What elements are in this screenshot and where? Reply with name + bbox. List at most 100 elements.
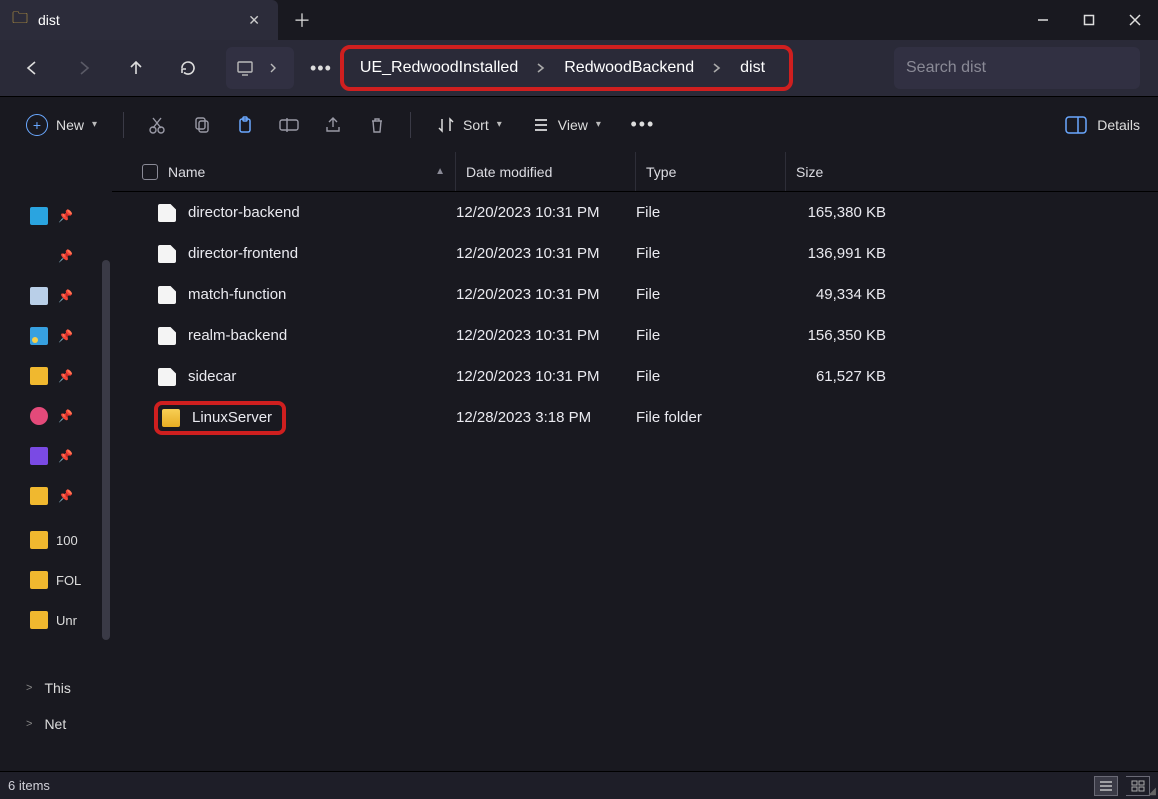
location-root-pill[interactable] [226,47,294,89]
sidebar-tree-label: Net [44,716,66,732]
navbar: ••• UE_RedwoodInstalled RedwoodBackend d… [0,40,1158,96]
status-bar: 6 items [0,771,1158,799]
chevron-down-icon: ▾ [497,119,502,130]
file-name: realm-backend [188,327,287,344]
back-button[interactable] [18,54,46,82]
maximize-button[interactable] [1066,0,1112,40]
video-icon [30,447,48,465]
file-view: Name ▲ Date modified Type Size director-… [112,152,1158,771]
crumb-0[interactable]: UE_RedwoodInstalled [354,55,524,81]
path-overflow-button[interactable]: ••• [302,58,340,79]
pin-icon: 📌 [58,289,73,303]
window-tab[interactable]: 🗀 dist ✕ [0,0,278,40]
file-date: 12/20/2023 10:31 PM [456,286,636,303]
file-name: match-function [188,286,286,303]
column-type[interactable]: Type [636,152,786,191]
refresh-button[interactable] [174,54,202,82]
chevron-right-icon[interactable] [708,59,726,77]
file-row[interactable]: sidecar12/20/2023 10:31 PMFile61,527 KB [112,356,1158,397]
close-tab-button[interactable]: ✕ [242,8,266,33]
file-row[interactable]: director-backend12/20/2023 10:31 PMFile1… [112,192,1158,233]
close-window-button[interactable] [1112,0,1158,40]
copy-button[interactable] [186,110,216,140]
details-view-toggle[interactable] [1094,776,1118,796]
file-type: File [636,327,786,344]
sidebar-tree-item[interactable]: > Net [26,706,112,742]
sidebar-quick-item[interactable]: 📌 [20,356,112,396]
resize-grip[interactable]: ◢ [1148,786,1156,797]
column-date[interactable]: Date modified [456,152,636,191]
file-type: File [636,245,786,262]
crumb-1[interactable]: RedwoodBackend [558,55,700,81]
pin-icon: 📌 [58,329,73,343]
titlebar: 🗀 dist ✕ ＋ [0,0,1158,40]
cut-button[interactable] [142,110,172,140]
new-tab-button[interactable]: ＋ [278,0,326,40]
up-button[interactable] [122,54,150,82]
sidebar-folder-label: FOL [56,573,81,588]
sidebar-folder-item[interactable]: FOL [20,560,112,600]
forward-button[interactable] [70,54,98,82]
sidebar-quick-item[interactable]: 📌 [20,436,112,476]
sidebar-quick-item[interactable]: 📌 [20,396,112,436]
file-row[interactable]: realm-backend12/20/2023 10:31 PMFile156,… [112,315,1158,356]
more-button[interactable]: ••• [623,110,663,140]
folder-icon [162,409,180,427]
file-type: File folder [636,409,786,426]
file-icon [158,286,176,304]
file-date: 12/20/2023 10:31 PM [456,368,636,385]
list-icon [532,116,550,134]
file-icon [158,368,176,386]
column-size[interactable]: Size [786,152,892,191]
file-size: 61,527 KB [786,368,892,385]
chevron-right-icon[interactable] [262,63,284,73]
file-size: 49,334 KB [786,286,892,303]
sidebar-folder-item[interactable]: Unr [20,600,112,640]
pin-icon: 📌 [58,489,73,503]
sidebar-tree-item[interactable]: > This [26,670,112,706]
sidebar-quick-item[interactable]: 📌 [20,476,112,516]
details-label: Details [1097,117,1140,133]
minimize-button[interactable] [1020,0,1066,40]
separator [410,112,411,138]
file-icon [158,327,176,345]
details-pane-button[interactable]: Details [1065,116,1140,134]
dl-icon [30,247,48,265]
paste-button[interactable] [230,110,260,140]
chevron-right-icon[interactable]: > [26,718,32,730]
pin-icon: 📌 [58,409,73,423]
sidebar-folder-item[interactable]: 100 [20,520,112,560]
column-name[interactable]: Name ▲ [112,152,456,191]
sidebar-quick-item[interactable]: 📌 [20,276,112,316]
new-button[interactable]: + New ▾ [18,108,105,142]
crumb-2[interactable]: dist [734,55,771,81]
new-label: New [56,117,84,133]
sort-button[interactable]: Sort ▾ [429,110,510,140]
delete-button[interactable] [362,110,392,140]
sidebar-scrollbar[interactable] [102,260,110,640]
thumbnails-view-toggle[interactable] [1126,776,1150,796]
sort-asc-icon: ▲ [435,166,445,177]
file-icon [158,204,176,222]
sidebar-quick-item[interactable]: 📌 [20,196,112,236]
file-row[interactable]: director-frontend12/20/2023 10:31 PMFile… [112,233,1158,274]
search-input[interactable]: Search dist [894,47,1140,89]
sidebar-tree-label: This [44,680,70,696]
rename-button[interactable] [274,110,304,140]
view-button[interactable]: View ▾ [524,110,609,140]
select-all-checkbox[interactable] [142,164,158,180]
chevron-right-icon[interactable]: > [26,682,32,694]
sidebar-quick-item[interactable]: 📌 [20,316,112,356]
file-row[interactable]: LinuxServer12/28/2023 3:18 PMFile folder [112,397,1158,438]
explorer-window: 🗀 dist ✕ ＋ [0,0,1158,799]
file-row[interactable]: match-function12/20/2023 10:31 PMFile49,… [112,274,1158,315]
sidebar-quick-item[interactable]: 📌 [20,236,112,276]
item-count: 6 items [8,778,50,793]
monitor-icon [236,59,258,77]
chevron-down-icon: ▾ [596,119,601,130]
folder-icon [30,571,48,589]
file-date: 12/28/2023 3:18 PM [456,409,636,426]
chevron-right-icon[interactable] [532,59,550,77]
address-bar[interactable]: ••• UE_RedwoodInstalled RedwoodBackend d… [226,47,870,89]
share-button[interactable] [318,110,348,140]
